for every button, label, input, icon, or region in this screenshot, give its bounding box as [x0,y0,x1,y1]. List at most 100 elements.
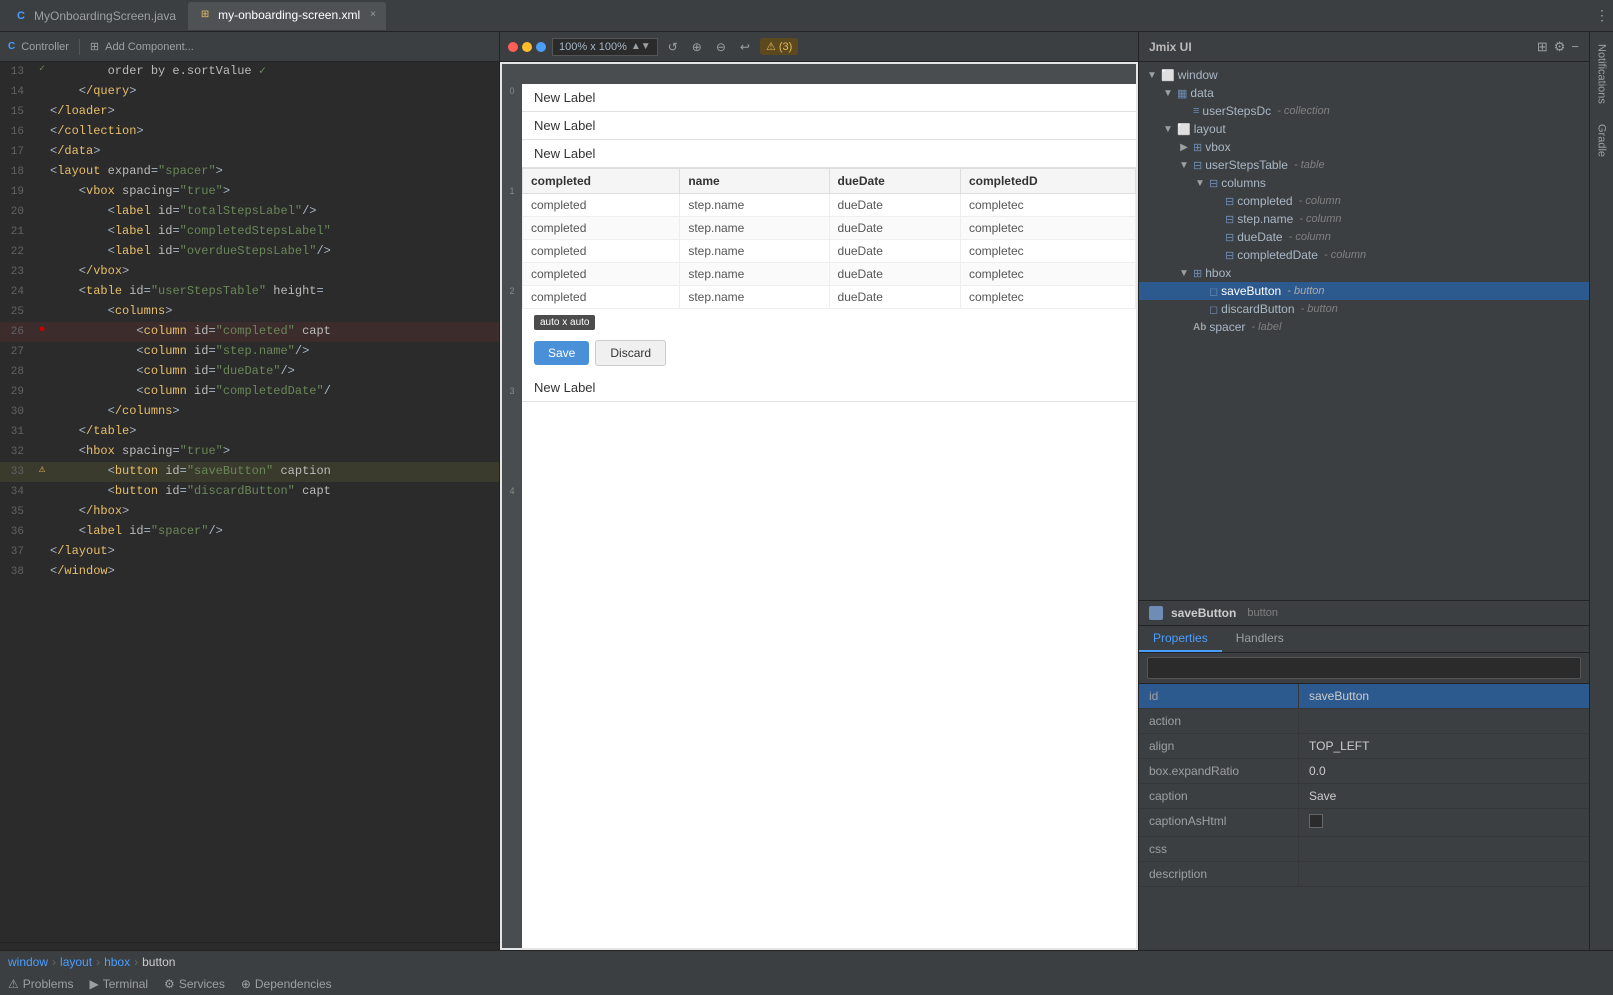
tree-item-savebutton[interactable]: ▶ ◻ saveButton - button [1139,282,1589,300]
jmix-settings-icon[interactable]: ⚙ [1554,39,1566,55]
bottom-tab-services[interactable]: ⚙ Services [156,973,233,995]
breadcrumb-layout[interactable]: layout [60,955,92,969]
jmix-minimize-icon[interactable]: − [1571,39,1579,55]
bottom-tab-problems[interactable]: ⚠ Problems [0,973,81,995]
tree-item-col-completed[interactable]: ▶ ⊟ completed - column [1139,192,1589,210]
line-num-32: 32 [0,442,34,462]
cell-completed-4: completed [523,263,680,286]
props-row-css[interactable]: css [1139,837,1589,862]
tree-arrow-hbox[interactable]: ▼ [1178,268,1190,279]
tree-item-vbox[interactable]: ▶ ⊞ vbox [1139,138,1589,156]
props-key-boxexpand: box.expandRatio [1139,759,1299,783]
tree-arrow-data[interactable]: ▼ [1162,88,1174,99]
tree-arrow-userStepsTable[interactable]: ▼ [1178,160,1190,171]
tree-label-userStepsTable: userStepsTable [1205,158,1288,172]
props-key-id: id [1139,684,1299,708]
props-search-input[interactable] [1147,657,1581,679]
tree-item-userStepsTable[interactable]: ▼ ⊟ userStepsTable - table [1139,156,1589,174]
controller-button[interactable]: Controller [21,41,69,53]
tree-item-hbox[interactable]: ▼ ⊞ hbox [1139,264,1589,282]
columns-icon: ⊟ [1209,177,1218,190]
tree-arrow-layout[interactable]: ▼ [1162,124,1174,135]
bottom-tab-problems-label: Problems [23,977,74,991]
tab-close-icon[interactable]: × [370,9,376,20]
check-icon: ✓ [39,62,45,77]
tree-item-columns[interactable]: ▼ ⊟ columns [1139,174,1589,192]
tree-item-discardbutton[interactable]: ▶ ◻ discardButton - button [1139,300,1589,318]
notifications-label[interactable]: Notifications [1594,36,1610,112]
ruler-left-4: 4 [509,486,514,496]
line-num-22: 22 [0,242,34,262]
line-13: 13 ✓ order by e.sortValue ✓ [0,62,499,82]
tree-item-window[interactable]: ▼ ⬜ window [1139,66,1589,84]
preview-zoom-out-icon[interactable]: ⊖ [712,38,730,56]
editor-toolbar: C Controller ⊞ Add Component... [0,32,499,62]
tree-item-col-stepname[interactable]: ▶ ⊟ step.name - column [1139,210,1589,228]
bottom-tabs-bar: ⚠ Problems ▶ Terminal ⚙ Services ⊕ Depen… [0,973,1613,995]
line-content-20: <label id="totalStepsLabel"/> [50,202,499,220]
line-content-35: </hbox> [50,502,499,520]
tree-item-data[interactable]: ▼ ▦ data [1139,84,1589,102]
captionashtml-checkbox[interactable] [1309,814,1323,828]
tree-item-layout[interactable]: ▼ ⬜ layout [1139,120,1589,138]
data-icon: ▦ [1177,87,1187,100]
preview-reset-icon[interactable]: ↩ [736,38,754,56]
line-num-38: 38 [0,562,34,582]
props-row-boxexpand[interactable]: box.expandRatio 0.0 [1139,759,1589,784]
props-row-description[interactable]: description [1139,862,1589,887]
tab-handlers[interactable]: Handlers [1222,626,1298,652]
tree-sublabel-userStepsDc: - collection [1274,105,1330,117]
breadcrumb-window[interactable]: window [8,955,48,969]
tree-arrow-columns[interactable]: ▼ [1194,178,1206,189]
tree-item-spacer[interactable]: ▶ Ab spacer - label [1139,318,1589,336]
props-value-description [1299,862,1589,886]
props-row-id[interactable]: id saveButton [1139,684,1589,709]
cell-duedate-4: dueDate [829,263,960,286]
line-content-18: <layout expand="spacer"> [50,162,499,180]
bottom-tab-terminal[interactable]: ▶ Terminal [81,973,156,995]
tree-arrow-window[interactable]: ▼ [1146,70,1158,81]
tree-arrow-vbox[interactable]: ▶ [1178,142,1190,153]
line-num-26: 26 [0,322,34,342]
cell-name-5: step.name [680,286,829,309]
line-num-28: 28 [0,362,34,382]
tab-more-icon[interactable]: ⋮ [1595,7,1609,24]
props-key-captionashtml: captionAsHtml [1139,809,1299,836]
tree-item-userStepsDc[interactable]: ▶ ≡ userStepsDc - collection [1139,102,1589,120]
tab-properties[interactable]: Properties [1139,626,1222,652]
jmix-header: Jmix UI ⊞ ⚙ − [1139,32,1589,62]
save-button-preview[interactable]: Save [534,341,589,365]
props-row-captionashtml[interactable]: captionAsHtml [1139,809,1589,837]
jmix-layout-icon[interactable]: ⊞ [1537,39,1548,55]
zoom-display[interactable]: 100% x 100% ▲▼ [552,38,658,56]
table-row: completed step.name dueDate completec [523,194,1136,217]
discard-button-preview[interactable]: Discard [595,340,666,366]
tree-item-col-completeddate[interactable]: ▶ ⊟ completedDate - column [1139,246,1589,264]
line-29: 29 <column id="completedDate"/ [0,382,499,402]
bottom-tab-dependencies[interactable]: ⊕ Dependencies [233,973,340,995]
editor-scrollbar[interactable] [0,942,499,950]
preview-refresh-icon[interactable]: ↺ [664,38,682,56]
zoom-arrow-icon: ▲▼ [631,41,651,52]
preview-label-1: New Label [522,84,1136,112]
tab-java[interactable]: C MyOnboardingScreen.java [4,2,186,30]
tab-xml[interactable]: ⊞ my-onboarding-screen.xml × [188,2,386,30]
preview-zoom-in-icon[interactable]: ⊕ [688,38,706,56]
collection-icon: ≡ [1193,105,1199,117]
add-component-button[interactable]: Add Component... [105,41,194,53]
props-row-action[interactable]: action [1139,709,1589,734]
ruler-left: 0 1 2 3 4 [502,84,522,948]
line-num-30: 30 [0,402,34,422]
props-row-align[interactable]: align TOP_LEFT [1139,734,1589,759]
props-type: button [1244,607,1278,619]
line-num-31: 31 [0,422,34,442]
line-content-22: <label id="overdueStepsLabel"/> [50,242,499,260]
breadcrumb-hbox[interactable]: hbox [104,955,130,969]
tree-item-col-duedate[interactable]: ▶ ⊟ dueDate - column [1139,228,1589,246]
props-key-css: css [1139,837,1299,861]
gradle-label[interactable]: Gradle [1594,116,1610,165]
table-row: completed step.name dueDate completec [523,240,1136,263]
props-value-id: saveButton [1299,684,1589,708]
props-row-caption[interactable]: caption Save [1139,784,1589,809]
tree-label-spacer: spacer [1209,320,1245,334]
